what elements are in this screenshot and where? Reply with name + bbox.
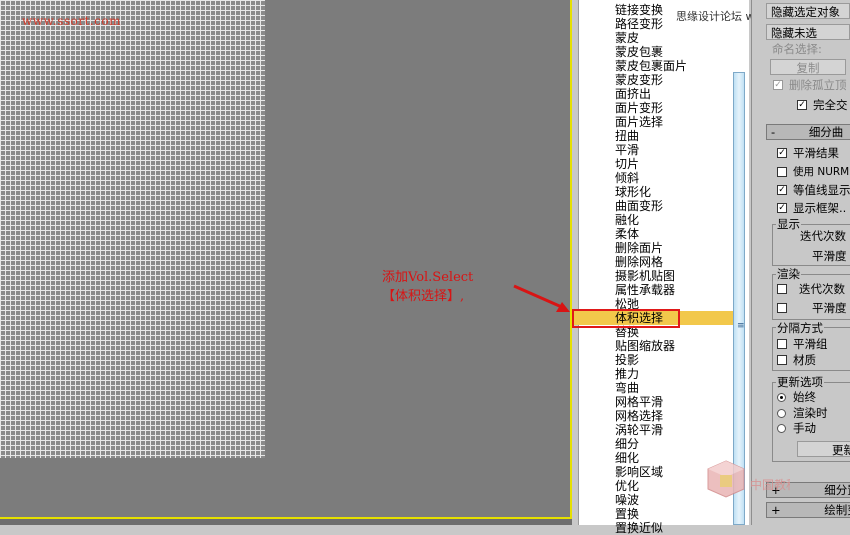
full-interaction-checkbox[interactable]: ✓ — [797, 100, 807, 110]
always-label: 始终 — [793, 390, 816, 404]
viewport[interactable]: www.ssort.com 添加Vol.Select 【体积选择】, — [0, 0, 572, 525]
modifier-list-item[interactable]: 面挤出 — [615, 87, 651, 101]
rollout-title: 绘制变 — [824, 503, 850, 517]
materials-label: 材质 — [793, 353, 816, 367]
when-rendering-label: 渲染时 — [793, 406, 828, 420]
annotation-arrow-icon — [513, 284, 570, 312]
viewport-bottom-bar — [0, 517, 572, 525]
render-smoothness-checkbox[interactable] — [777, 303, 787, 313]
modifier-list-item[interactable]: 弯曲 — [615, 381, 639, 395]
modifier-list-item[interactable]: 删除面片 — [615, 241, 663, 255]
when-rendering-radio[interactable] — [777, 409, 786, 418]
update-button[interactable]: 更新 — [797, 441, 850, 457]
copy-button[interactable]: 复制 — [770, 59, 846, 75]
smooth-result-checkbox[interactable]: ✓ — [777, 148, 787, 158]
annotation-line-2: 【体积选择】, — [382, 289, 465, 304]
modifier-list-item[interactable]: 优化 — [615, 479, 639, 493]
render-group-title: 渲染 — [776, 267, 801, 281]
modifier-list-item[interactable]: 属性承载器 — [615, 283, 675, 297]
show-cage-checkbox[interactable]: ✓ — [777, 203, 787, 213]
modifier-list-item[interactable]: 面片选择 — [615, 115, 663, 129]
rollout-subdivision-surface[interactable]: - 细分曲 — [766, 124, 850, 140]
isoline-display-checkbox[interactable]: ✓ — [777, 185, 787, 195]
modifier-list-item[interactable]: 摄影机贴图 — [615, 269, 675, 283]
annotation-text: 添加Vol.Select 【体积选择】, — [382, 268, 473, 306]
modifier-list-item[interactable]: 置换 — [615, 507, 639, 521]
update-options-title: 更新选项 — [776, 375, 824, 389]
modifier-list-item[interactable]: 蒙皮 — [615, 31, 639, 45]
render-iterations-label: 迭代次数 — [799, 282, 845, 296]
manually-radio[interactable] — [777, 424, 786, 433]
modifier-list-item[interactable]: 删除网格 — [615, 255, 663, 269]
isoline-display-label: 等值线显示 — [793, 183, 850, 197]
display-iterations-label: 迭代次数 — [800, 229, 846, 243]
modifier-list-item[interactable]: 面片变形 — [615, 101, 663, 115]
render-smoothness-label: 平滑度 — [812, 301, 847, 315]
modifier-list-item[interactable]: 路径变形 — [615, 17, 663, 31]
logo-text: 中国教程网 — [750, 477, 790, 492]
smoothing-groups-checkbox[interactable] — [777, 339, 787, 349]
always-radio[interactable] — [777, 393, 786, 402]
modifier-list-item[interactable]: 细化 — [615, 451, 639, 465]
modifier-list-item[interactable]: 球形化 — [615, 185, 651, 199]
expand-icon: + — [771, 503, 781, 517]
modifier-list-item[interactable]: 柔体 — [615, 227, 639, 241]
modifier-list-item[interactable]: 贴图缩放器 — [615, 339, 675, 353]
modifier-list-item[interactable]: 推力 — [615, 367, 639, 381]
modifier-list-item[interactable]: 影响区域 — [615, 465, 663, 479]
modifier-list-item[interactable]: 蒙皮包裹 — [615, 45, 663, 59]
modifier-list-item[interactable]: 融化 — [615, 213, 639, 227]
modifier-list-item[interactable]: 噪波 — [615, 493, 639, 507]
named-selection-label: 命名选择: — [772, 42, 822, 56]
modifier-list-item[interactable]: 切片 — [615, 157, 639, 171]
modifier-list-item[interactable]: 细分 — [615, 437, 639, 451]
grid-object[interactable] — [0, 0, 265, 458]
modifier-list-item[interactable]: 置换近似 — [615, 521, 663, 535]
selection-callout-box — [572, 309, 680, 328]
delete-isolated-label: 删除孤立顶 — [789, 78, 847, 92]
scrollbar-grip-icon[interactable]: ≡ — [737, 322, 745, 331]
modifier-list-item[interactable]: 倾斜 — [615, 171, 639, 185]
display-group-title: 显示 — [776, 217, 801, 231]
collapse-icon: - — [771, 125, 776, 139]
modifier-list[interactable]: 链接变换 路径变形 蒙皮 蒙皮包裹 蒙皮包裹面片 蒙皮变形 面挤出 面片变形 面片选择 扭曲 平滑切… — [572, 0, 749, 535]
modifier-list-item[interactable]: 扭曲 — [615, 129, 639, 143]
show-cage-label: 显示框架.. — [793, 201, 847, 215]
smooth-result-label: 平滑结果 — [793, 146, 839, 160]
hide-selected-button[interactable]: 隐藏选定对象 — [766, 3, 850, 19]
render-iterations-checkbox[interactable] — [777, 284, 787, 294]
materials-checkbox[interactable] — [777, 355, 787, 365]
hide-unselected-button[interactable]: 隐藏未选 — [766, 24, 850, 40]
logo-icon: 中国教程网 — [707, 460, 790, 498]
full-interaction-label: 完全交 — [813, 98, 848, 112]
rollout-title: 细分曲 — [808, 125, 844, 139]
rollout-title: 细分置 — [824, 483, 850, 497]
use-nurms-checkbox[interactable] — [777, 167, 787, 177]
use-nurms-label: 使用 NURMS — [793, 166, 850, 178]
modifier-list-item[interactable]: 涡轮平滑 — [615, 423, 663, 437]
separate-by-title: 分隔方式 — [776, 321, 824, 335]
modifier-list-item[interactable]: 网格平滑 — [615, 395, 663, 409]
watermark: www.ssort.com — [22, 14, 121, 28]
modifier-list-item[interactable]: 蒙皮包裹面片 — [615, 59, 687, 73]
display-smoothness-label: 平滑度 — [812, 249, 847, 263]
modifier-list-item[interactable]: 投影 — [615, 353, 639, 367]
manually-label: 手动 — [793, 421, 816, 435]
modifier-list-item[interactable]: 网格选择 — [615, 409, 663, 423]
modifier-list-item[interactable]: 曲面变形 — [615, 199, 663, 213]
modifier-list-item[interactable]: 平滑 — [615, 143, 639, 157]
modifier-list-item[interactable]: 蒙皮变形 — [615, 73, 663, 87]
smoothing-groups-label: 平滑组 — [793, 337, 828, 351]
delete-isolated-checkbox[interactable]: ✓ — [773, 80, 783, 90]
modifier-list-item[interactable]: 链接变换 — [615, 3, 663, 17]
annotation-line-1: 添加Vol.Select — [382, 270, 474, 285]
